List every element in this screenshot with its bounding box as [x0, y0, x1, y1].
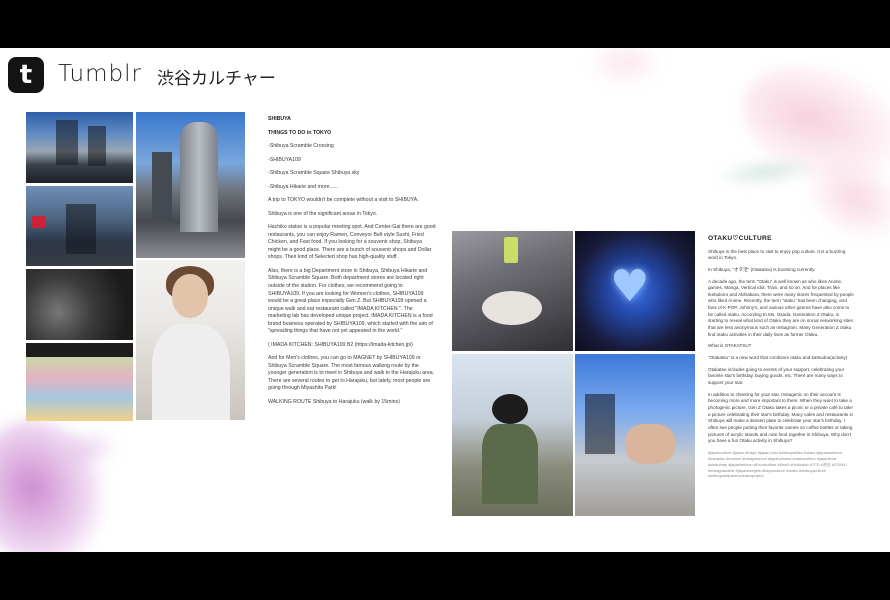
list-item: -SHIBUYA109 — [268, 156, 301, 163]
building-shape — [585, 394, 615, 454]
paragraph: Shibuya is one of the significant areas … — [268, 210, 378, 217]
hair-shape — [492, 394, 528, 424]
shibuya-crossing-photo — [26, 112, 133, 183]
child-photo — [452, 354, 573, 516]
tumblr-logo-icon: t — [8, 57, 44, 93]
app-name: Tumblr — [58, 61, 142, 87]
imada-kitchen-link[interactable]: ( IMADA KITCHEN: SHIBUYA109 B2 (https://… — [268, 342, 436, 350]
paragraph: "Otakatsu" is a new word that combines o… — [708, 355, 848, 361]
list-item: -Shibuya Scramble Crossing — [268, 143, 334, 150]
slide: t Tumblr 渋谷カルチャー SHIBUYA THINGS TO DO in… — [0, 48, 890, 552]
pink-watercolor-decoration — [585, 48, 665, 88]
heart-icon: ♥ — [610, 261, 650, 312]
building-shape — [66, 204, 96, 254]
body-shape — [152, 324, 230, 420]
shibuya-article: SHIBUYA THINGS TO DO in TOKYO -Shibuya S… — [268, 116, 436, 412]
comic-wall-photo — [26, 343, 133, 421]
cafe-dessert-photo — [452, 231, 573, 351]
building-shape — [88, 126, 106, 166]
article-title: OTAKU♡CULTURE — [708, 235, 772, 242]
paragraph: Shibuya is the best place to visit to en… — [708, 248, 846, 261]
building-shape — [180, 122, 218, 232]
paragraph: Otakatsu includes going to events of you… — [708, 366, 845, 386]
paragraph: A trip to TOKYO wouldn't be complete wit… — [268, 197, 419, 204]
letterbox-top — [0, 0, 890, 48]
paragraph: Hachiko statue is a popular meeting spot… — [268, 224, 436, 261]
building-shape — [152, 152, 172, 222]
plate-shape — [482, 291, 542, 325]
shibuya-sky-night-photo — [26, 269, 133, 340]
hand-shape — [625, 424, 675, 464]
paragraph: In Shibuya, "オタ活" (Otakatsu) is booming … — [708, 266, 816, 272]
blue-heart-photo: ♥ — [575, 231, 695, 351]
building-shape — [56, 120, 78, 165]
letterbox-bottom — [0, 552, 890, 600]
billboard-shape — [32, 216, 46, 228]
paragraph: A decade ago, the term "Otaku" is well k… — [708, 278, 854, 337]
purple-watercolor-decoration — [0, 400, 127, 552]
purple-watercolor-decoration — [60, 428, 120, 468]
list-item: -Shibuya Scramble Square Shibuya sky — [268, 170, 360, 177]
article-title: SHIBUYA — [268, 116, 291, 122]
paragraph: WALKING ROUTE Shibuya to Harajuku (walk … — [268, 398, 400, 405]
face-shape — [172, 274, 208, 318]
paragraph: And for Men's clothes, you can go to MAG… — [268, 355, 435, 392]
list-item: -Shibuya Hikarie and more...... — [268, 183, 339, 190]
shibuya-109-building-photo — [136, 112, 245, 258]
body-shape — [482, 424, 538, 504]
street-hand-photo — [575, 354, 695, 516]
hashtags: #japanculture #japan #tokyo #japan post … — [708, 449, 847, 479]
article-subtitle: THINGS TO DO in TOKYO — [268, 129, 332, 136]
paragraph: In addition to cheering for your star, I… — [708, 391, 854, 444]
shibuya-street-photo — [26, 186, 133, 266]
portrait-photo — [136, 260, 245, 420]
otaku-article: OTAKU♡CULTURE Shibuya is the best place … — [708, 234, 854, 484]
paragraph: Also, there is a big Department store in… — [268, 267, 433, 335]
paragraph: What is OTAKATSU? — [708, 343, 752, 349]
page-title: 渋谷カルチャー — [157, 69, 276, 89]
drink-shape — [504, 237, 518, 263]
